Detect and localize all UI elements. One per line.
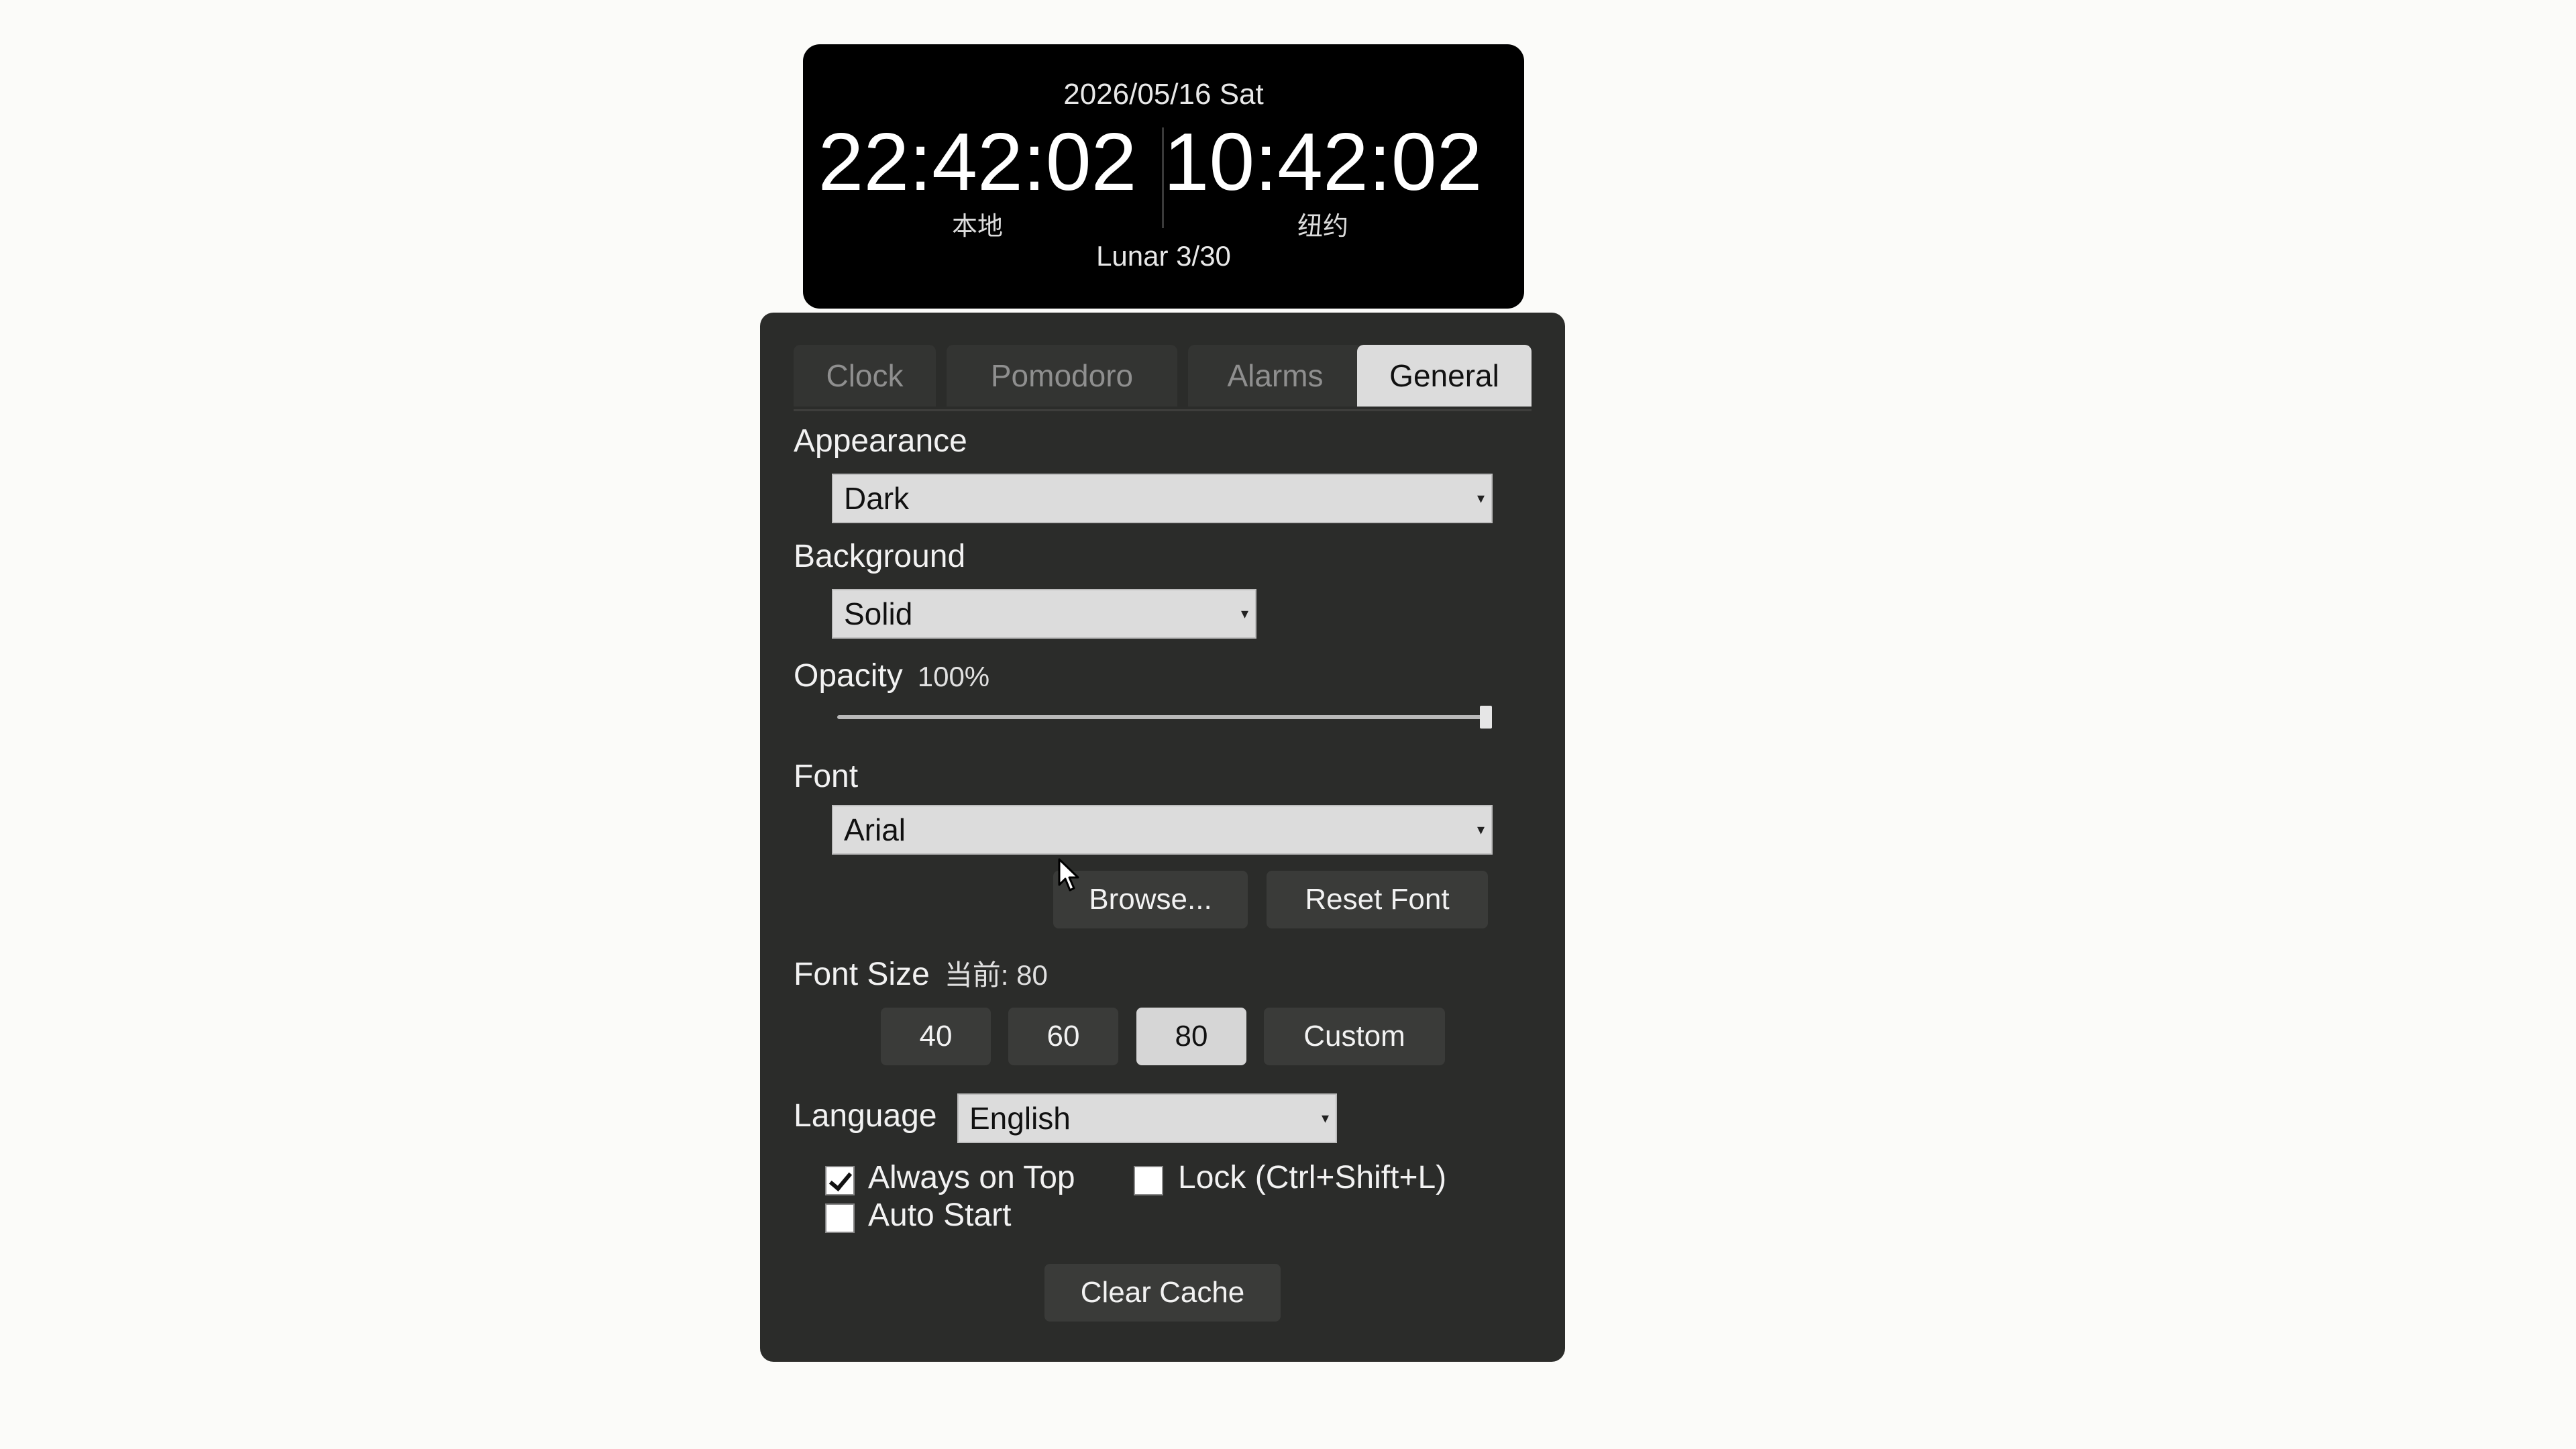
appearance-select[interactable]: Dark ▾ [832,474,1493,523]
reset-font-button[interactable]: Reset Font [1267,871,1488,928]
lock-checkbox[interactable] [1134,1166,1163,1195]
always-on-top-label: Always on Top [868,1160,1075,1195]
lunar-date: Lunar 3/30 [1096,240,1231,272]
tab-underline [794,409,1532,411]
background-value: Solid [844,596,913,631]
tab-bar: Clock Pomodoro Alarms General [794,345,1532,409]
font-size-60-button[interactable]: 60 [1008,1008,1118,1065]
chevron-down-icon: ▾ [1321,1110,1329,1126]
clock-widget: 2026/05/16 Sat 22:42:02 10:42:02 本地 纽约 L… [803,44,1524,309]
auto-start-checkbox[interactable] [825,1203,855,1233]
opacity-value: 100% [917,661,990,692]
chevron-down-icon: ▾ [1477,821,1485,838]
font-size-current: 当前: 80 [944,959,1048,991]
font-size-80-button[interactable]: 80 [1136,1008,1246,1065]
language-value: English [969,1101,1071,1136]
remote-time: 10:42:02 [1163,116,1483,207]
tab-alarms[interactable]: Alarms [1188,345,1362,407]
local-time: 22:42:02 [818,116,1137,207]
always-on-top-checkbox[interactable] [825,1166,855,1195]
tab-general[interactable]: General [1357,345,1532,407]
chevron-down-icon: ▾ [1477,490,1485,506]
opacity-label: Opacity [794,658,903,694]
opacity-slider-thumb[interactable] [1480,706,1492,729]
language-select[interactable]: English ▾ [957,1093,1337,1143]
opacity-row: Opacity 100% [794,657,989,694]
appearance-label: Appearance [794,423,967,459]
settings-panel: Clock Pomodoro Alarms General Appearance… [760,313,1565,1362]
tab-pomodoro[interactable]: Pomodoro [947,345,1177,407]
mouse-pointer-icon [1058,858,1079,892]
language-label: Language [794,1098,937,1134]
background-select[interactable]: Solid ▾ [832,589,1256,639]
local-zone-label: 本地 [951,211,1003,241]
font-label: Font [794,759,859,794]
font-select[interactable]: Arial ▾ [832,805,1493,855]
tab-clock[interactable]: Clock [794,345,936,407]
clear-cache-button[interactable]: Clear Cache [1044,1264,1281,1322]
font-size-40-button[interactable]: 40 [881,1008,991,1065]
font-value: Arial [844,812,906,847]
lock-label: Lock (Ctrl+Shift+L) [1178,1160,1447,1195]
opacity-slider-track[interactable] [837,715,1488,719]
appearance-value: Dark [844,481,910,516]
font-size-label: Font Size [794,957,930,992]
auto-start-label: Auto Start [868,1197,1012,1233]
remote-zone-label: 纽约 [1297,211,1348,241]
browse-font-button[interactable]: Browse... [1053,871,1248,928]
background-label: Background [794,539,966,574]
font-size-row: Font Size 当前: 80 [794,953,1048,994]
chevron-down-icon: ▾ [1240,605,1248,622]
font-size-custom-button[interactable]: Custom [1264,1008,1445,1065]
date-label: 2026/05/16 Sat [1063,78,1264,111]
